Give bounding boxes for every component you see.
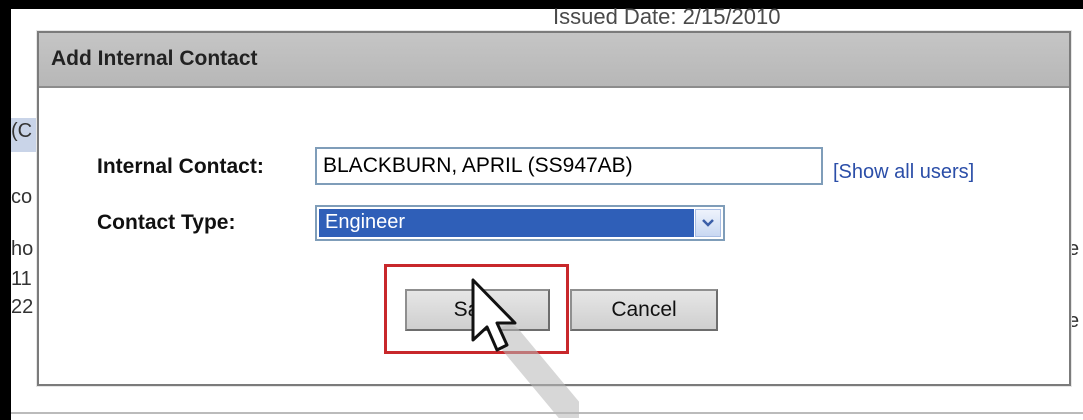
chevron-down-icon[interactable] xyxy=(695,209,721,237)
background-fragment: ho xyxy=(11,238,34,260)
background-fragment: co xyxy=(11,186,33,208)
internal-contact-label: Internal Contact: xyxy=(97,155,264,178)
contact-type-select[interactable]: Engineer xyxy=(315,205,725,241)
dialog-title: Add Internal Contact xyxy=(39,33,1069,88)
contact-type-selected-value: Engineer xyxy=(319,209,694,237)
contact-type-label: Contact Type: xyxy=(97,211,236,234)
cancel-button[interactable]: Cancel xyxy=(570,289,718,331)
background-issued-date: Issued Date: 2/15/2010 xyxy=(553,4,781,29)
internal-contact-input[interactable] xyxy=(315,147,823,185)
background-fragment: 22 xyxy=(11,296,34,318)
show-all-users-link[interactable]: [Show all users] xyxy=(833,161,974,184)
hand-pointer-cursor-icon xyxy=(471,278,579,418)
background-fragment: (C xyxy=(11,120,33,142)
background-fragment: 11 xyxy=(11,268,32,290)
